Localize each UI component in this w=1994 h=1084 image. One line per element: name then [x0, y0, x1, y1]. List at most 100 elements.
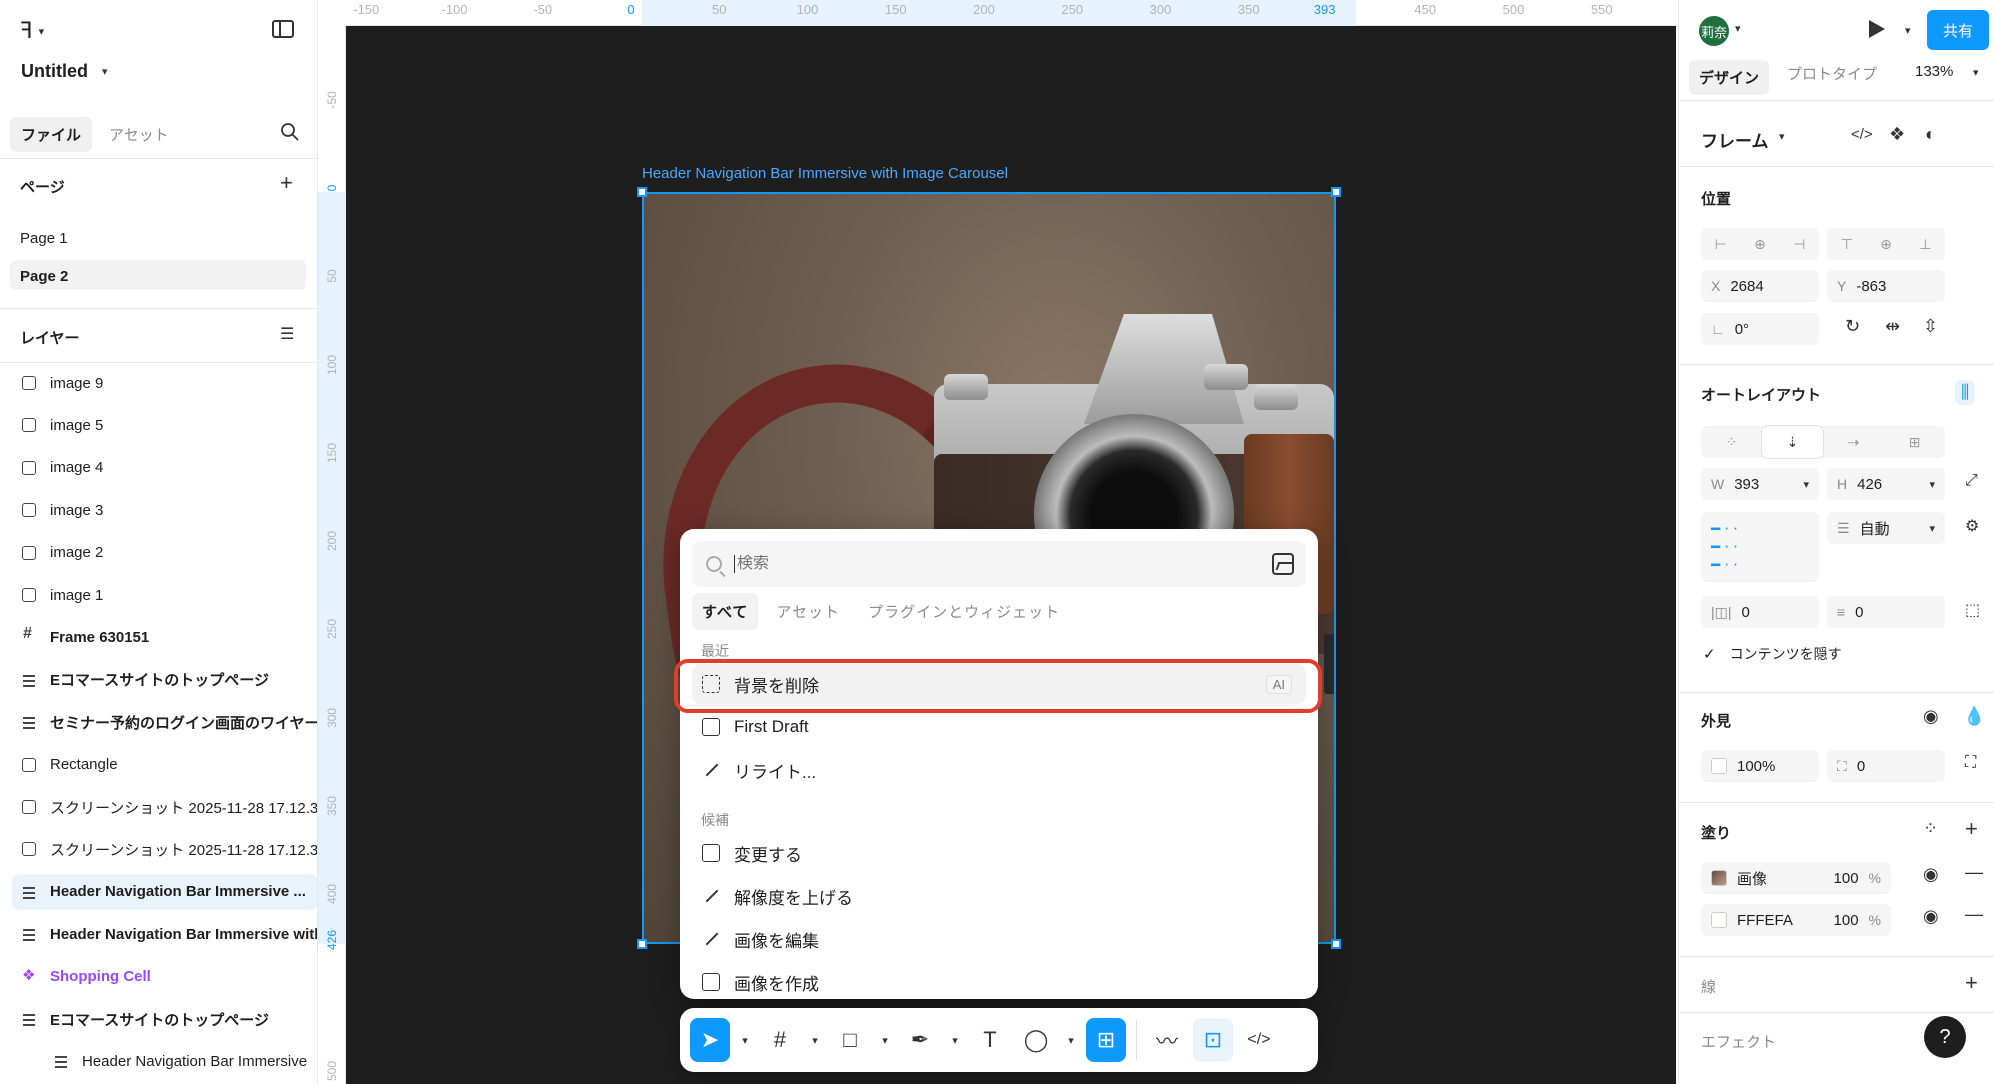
remove-fill-icon[interactable]: — — [1965, 862, 1983, 883]
page-item-1[interactable]: Page 1 — [10, 222, 306, 252]
rectangle-tool-icon[interactable]: □ — [830, 1018, 870, 1062]
layer-item[interactable]: Header Navigation Bar Immersive with — [12, 916, 317, 952]
rotate-icon[interactable]: ↻ — [1845, 316, 1860, 337]
tab-assets[interactable]: アセット — [98, 117, 180, 152]
layer-item[interactable]: Shopping Cell — [12, 959, 317, 995]
add-page-icon[interactable]: + — [280, 170, 293, 196]
opacity-field[interactable]: 100% — [1701, 750, 1819, 782]
alignment-grid[interactable]: ━ ‧ ‧ ━ ‧ ‧ ━ ‧ ‧ — [1701, 512, 1819, 582]
layer-item[interactable]: Eコマースサイトのトップページ — [12, 1001, 317, 1037]
padding-horizontal-field[interactable]: |◫| 0 — [1701, 596, 1819, 628]
page-item-2[interactable]: Page 2 — [10, 260, 306, 290]
tab-file[interactable]: ファイル — [10, 117, 93, 152]
menu-item-rewrite[interactable]: リライト... — [692, 750, 1306, 790]
resize-handle[interactable] — [637, 187, 647, 197]
menu-item-create-image[interactable]: 画像を作成 — [692, 962, 1306, 999]
align-top-icon[interactable]: ⊤ — [1827, 228, 1866, 260]
gap-field[interactable]: ☰ 自動 ▾ — [1827, 512, 1945, 544]
popup-tab-plugins[interactable]: プラグインとウィジェット — [858, 593, 1070, 630]
comment-tool-icon[interactable]: ◯ — [1016, 1018, 1056, 1062]
help-button[interactable]: ? — [1924, 1016, 1966, 1058]
chevron-down-icon[interactable]: ▾ — [1929, 522, 1935, 535]
tab-prototype[interactable]: プロトタイプ — [1787, 63, 1877, 84]
component-icon[interactable]: ❖ — [1889, 124, 1905, 145]
tab-design[interactable]: デザイン — [1689, 60, 1770, 95]
popup-tab-assets[interactable]: アセット — [766, 593, 850, 630]
layer-item[interactable]: Eコマースサイトのトップページ — [12, 662, 317, 698]
radius-field[interactable]: ⛶ 0 — [1827, 750, 1945, 782]
layout-freeform-icon[interactable]: ⁘ — [1701, 426, 1762, 458]
layer-item[interactable]: image 3 — [12, 492, 317, 528]
pen-tool-icon[interactable]: ✒ — [900, 1018, 940, 1062]
frame-title[interactable]: フレーム — [1701, 127, 1769, 152]
individual-padding-icon[interactable]: ⬚ — [1965, 600, 1980, 620]
frame-label[interactable]: Header Navigation Bar Immersive with Ima… — [642, 165, 1008, 182]
chevron-down-icon[interactable]: ▾ — [736, 1018, 754, 1062]
menu-item-first-draft[interactable]: First Draft — [692, 707, 1306, 747]
layer-item[interactable]: Header Navigation Bar Immersive — [12, 1043, 317, 1079]
menu-item-edit-image[interactable]: 画像を編集 — [692, 919, 1306, 959]
chevron-down-icon[interactable]: ▾ — [1062, 1018, 1080, 1062]
width-field[interactable]: W 393 ▾ — [1701, 468, 1819, 500]
individual-corners-icon[interactable]: ⛶ — [1965, 754, 1976, 772]
blend-icon[interactable]: 💧 — [1963, 706, 1985, 727]
styles-icon[interactable]: ⁘ — [1923, 818, 1938, 839]
present-icon[interactable] — [1869, 20, 1885, 38]
menu-item-modify[interactable]: 変更する — [692, 833, 1306, 873]
eye-icon[interactable]: ◉ — [1923, 706, 1939, 727]
layer-item[interactable]: スクリーンショット 2025-11-28 17.12.3 — [12, 789, 317, 825]
chevron-down-icon[interactable]: ▾ — [1973, 66, 1979, 79]
chevron-down-icon[interactable]: ▾ — [1905, 24, 1911, 37]
chevron-down-icon[interactable]: ▾ — [1803, 478, 1809, 491]
flip-vertical-icon[interactable]: ⇳ — [1923, 316, 1938, 337]
layer-item[interactable]: image 4 — [12, 450, 317, 486]
frame-tool-icon[interactable]: # — [760, 1018, 800, 1062]
main-menu[interactable]: ꟻ ▾ — [20, 18, 44, 44]
zoom-level[interactable]: 133% — [1915, 63, 1953, 80]
menu-item-upscale[interactable]: 解像度を上げる — [692, 876, 1306, 916]
resize-handle[interactable] — [1331, 939, 1341, 949]
resize-handle[interactable] — [1331, 187, 1341, 197]
layout-direction-group[interactable]: ⁘ ⇣ ⇢ ⊞ — [1701, 426, 1945, 458]
actions-search-input[interactable] — [734, 555, 1234, 573]
align-horizontal-group[interactable]: ⊢ ⊕ ⊣ — [1701, 228, 1819, 260]
layer-item[interactable]: image 2 — [12, 535, 317, 571]
fill-image-row[interactable]: 画像 100% — [1701, 862, 1891, 894]
align-right-icon[interactable]: ⊣ — [1780, 228, 1819, 260]
layer-options-icon[interactable]: ☰ — [280, 324, 294, 344]
padding-vertical-field[interactable]: ≡ 0 — [1827, 596, 1945, 628]
layer-item[interactable]: Rectangle — [12, 747, 317, 783]
align-bottom-icon[interactable]: ⊥ — [1906, 228, 1945, 260]
resize-to-fit-icon[interactable]: ⤢ — [1965, 472, 1978, 490]
layer-item[interactable]: Frame 630151 — [12, 619, 317, 655]
dev-mode-icon[interactable]: </> — [1239, 1018, 1279, 1062]
theme-icon[interactable]: ◐ — [1925, 124, 1936, 145]
chevron-down-icon[interactable]: ▾ — [1929, 478, 1935, 491]
layer-item[interactable]: セミナー予約のログイン画面のワイヤーフ — [12, 704, 317, 740]
chevron-down-icon[interactable]: ▾ — [1779, 130, 1785, 143]
layout-settings-icon[interactable]: ⚙ — [1965, 516, 1979, 536]
eye-icon[interactable]: ◉ — [1923, 864, 1939, 885]
move-tool-icon[interactable]: ➤ — [690, 1018, 730, 1062]
height-field[interactable]: H 426 ▾ — [1827, 468, 1945, 500]
flip-horizontal-icon[interactable]: ⇹ — [1885, 316, 1900, 337]
eye-icon[interactable]: ◉ — [1923, 906, 1939, 927]
layer-item[interactable]: image 9 — [12, 365, 317, 401]
chevron-down-icon[interactable]: ▾ — [946, 1018, 964, 1062]
file-name[interactable]: Untitled ▾ — [21, 61, 108, 82]
clip-content-checkbox[interactable]: ✓ コンテンツを隠す — [1703, 644, 1842, 664]
sidebar-toggle-icon[interactable] — [272, 20, 294, 38]
x-field[interactable]: X 2684 — [1701, 270, 1819, 302]
align-left-icon[interactable]: ⊢ — [1701, 228, 1740, 260]
autolayout-toggle-icon[interactable]: ⫼ — [1955, 380, 1976, 405]
layout-horizontal-icon[interactable]: ⇢ — [1823, 426, 1884, 458]
layout-vertical-icon[interactable]: ⇣ — [1762, 426, 1823, 458]
y-field[interactable]: Y -863 — [1827, 270, 1945, 302]
layer-item[interactable]: スクリーンショット 2025-11-28 17.12.3 — [12, 831, 317, 867]
layout-grid-icon[interactable]: ⊞ — [1884, 426, 1945, 458]
avatar[interactable]: 莉奈 — [1699, 16, 1729, 46]
actions-search[interactable] — [692, 541, 1306, 587]
code-icon[interactable]: </> — [1851, 126, 1873, 143]
actions-tool-icon[interactable]: ⊞ — [1086, 1018, 1126, 1062]
align-center-icon[interactable]: ⊕ — [1740, 228, 1779, 260]
